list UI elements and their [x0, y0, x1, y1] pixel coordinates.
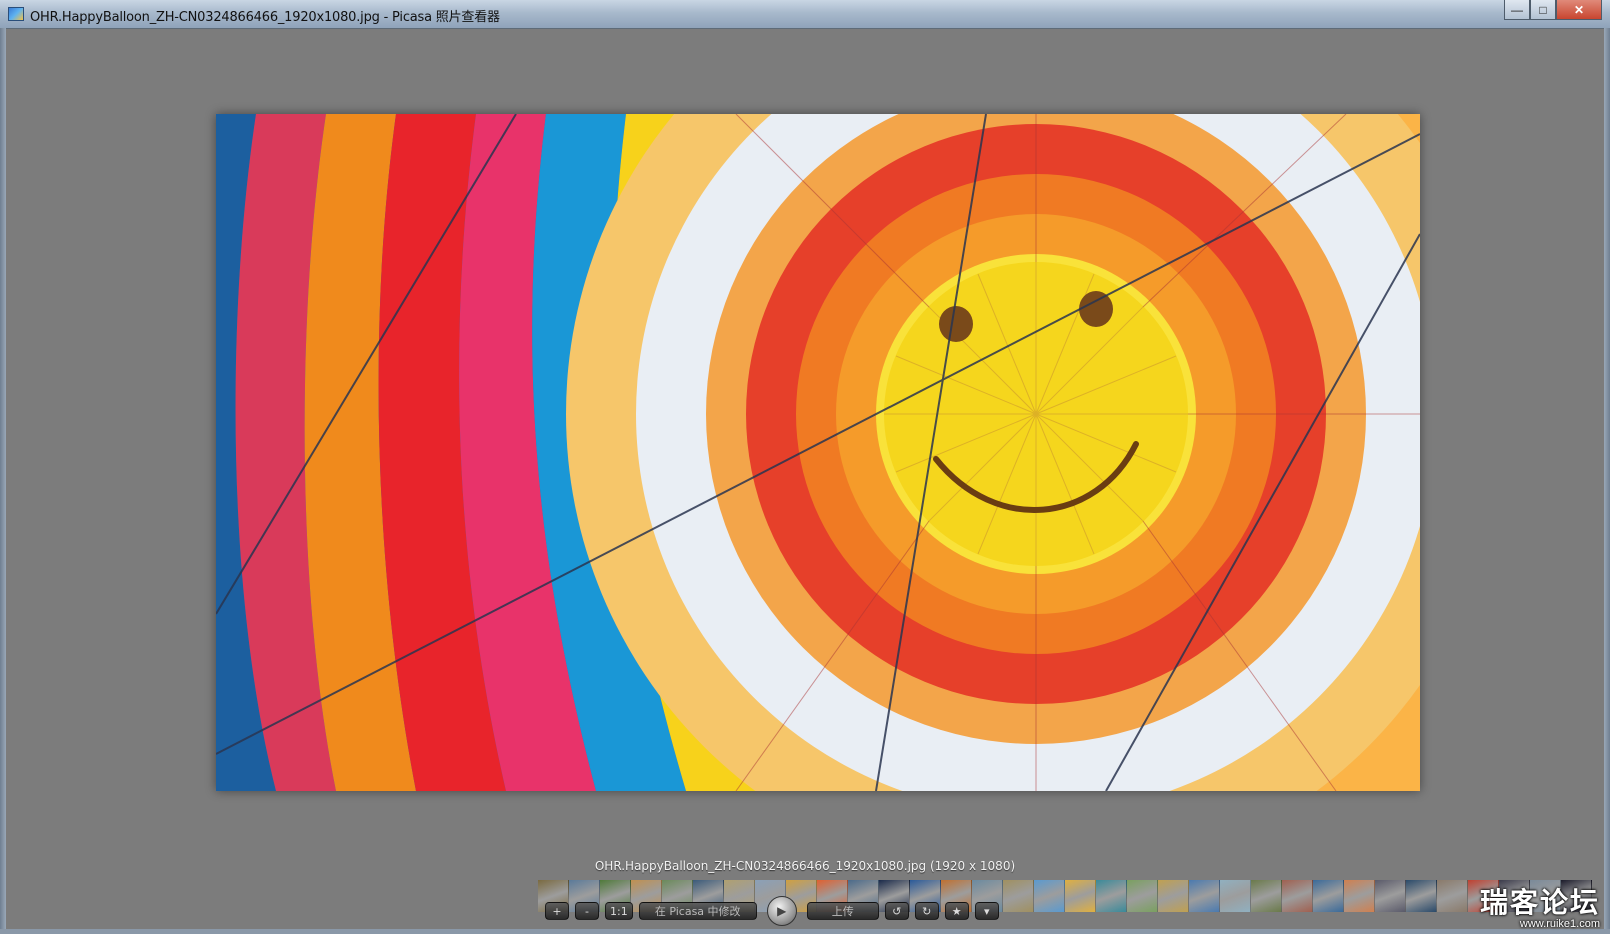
filmstrip-thumbnail[interactable] [1189, 880, 1220, 912]
rotate-left-button[interactable]: ↺ [884, 902, 909, 920]
more-options-button[interactable]: ▾ [974, 902, 999, 920]
zoom-out-button[interactable]: - [575, 902, 599, 920]
filmstrip-thumbnail[interactable] [1127, 880, 1158, 912]
edit-in-picasa-button[interactable]: 在 Picasa 中修改 [638, 902, 757, 920]
picasa-app-icon [8, 7, 24, 21]
rotate-right-button[interactable]: ↻ [914, 902, 939, 920]
minimize-button[interactable]: — [1504, 0, 1530, 20]
filmstrip-thumbnail[interactable] [1065, 880, 1096, 912]
maximize-button[interactable]: □ [1530, 0, 1556, 20]
zoom-in-button[interactable]: + [545, 902, 569, 920]
filmstrip-thumbnail[interactable] [1406, 880, 1437, 912]
viewer-toolbar: + - 1:1 在 Picasa 中修改 ▶ 上传 ↺ ↻ ★ ▾ [545, 896, 999, 926]
window-controls: — □ ✕ [1504, 0, 1602, 22]
filmstrip-thumbnail[interactable] [1251, 880, 1282, 912]
actual-size-button[interactable]: 1:1 [605, 902, 633, 920]
window-title: OHR.HappyBalloon_ZH-CN0324866466_1920x10… [30, 10, 500, 25]
watermark-url: www.ruike1.com [1519, 918, 1600, 930]
forum-watermark: 瑞客论坛 www.ruike1.com [1479, 886, 1600, 931]
photo-view[interactable] [216, 114, 1420, 791]
window-frame-left [0, 28, 6, 934]
window-frame-bottom [0, 929, 1610, 934]
filmstrip-thumbnail[interactable] [1034, 880, 1065, 912]
filmstrip-thumbnail[interactable] [1344, 880, 1375, 912]
filmstrip-thumbnail[interactable] [1158, 880, 1189, 912]
filmstrip-thumbnail[interactable] [1282, 880, 1313, 912]
filmstrip-thumbnail[interactable] [1437, 880, 1468, 912]
close-button[interactable]: ✕ [1556, 0, 1602, 20]
title-bar[interactable]: OHR.HappyBalloon_ZH-CN0324866466_1920x10… [0, 0, 1610, 29]
watermark-title: 瑞客论坛 [1479, 886, 1600, 919]
window-frame-right [1604, 28, 1610, 934]
filmstrip-thumbnail[interactable] [1003, 880, 1034, 912]
star-button[interactable]: ★ [944, 902, 969, 920]
filmstrip-thumbnail[interactable] [1220, 880, 1251, 912]
upload-button[interactable]: 上传 [806, 902, 879, 920]
filmstrip-thumbnail[interactable] [1375, 880, 1406, 912]
balloon-photo [216, 114, 1420, 791]
photo-caption: OHR.HappyBalloon_ZH-CN0324866466_1920x10… [594, 859, 1016, 873]
play-slideshow-button[interactable]: ▶ [766, 896, 797, 926]
filmstrip-thumbnail[interactable] [1096, 880, 1127, 912]
filmstrip-thumbnail[interactable] [1313, 880, 1344, 912]
